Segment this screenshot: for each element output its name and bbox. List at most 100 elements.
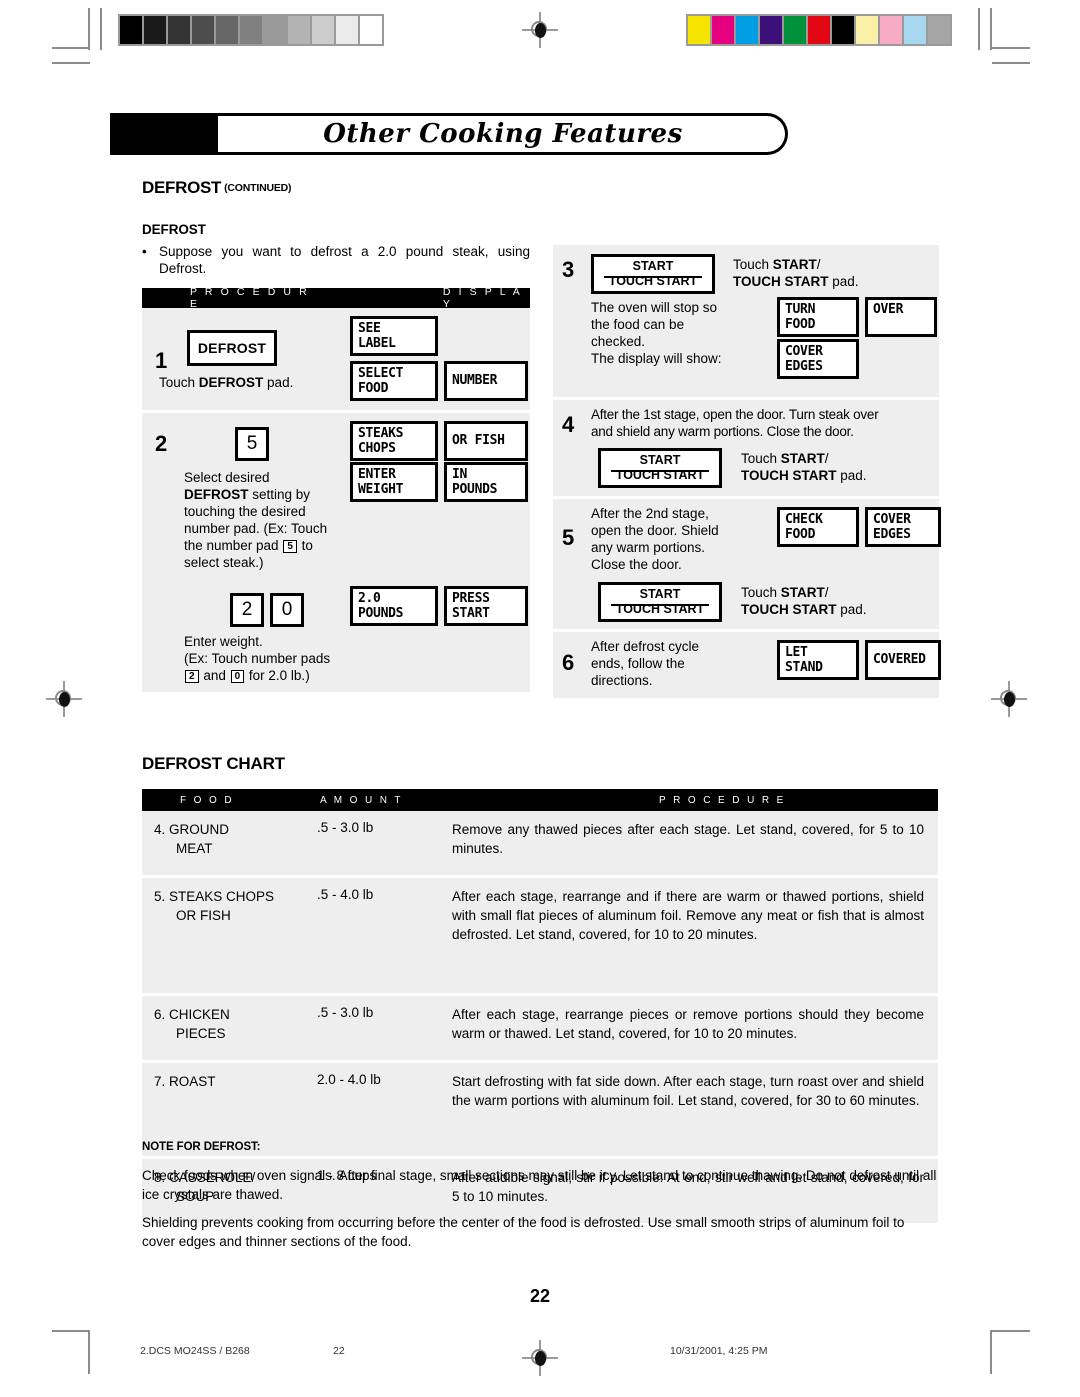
body-line: and shield any warm portions. Close the … bbox=[591, 424, 854, 439]
chapter-tab-block bbox=[110, 113, 222, 155]
step-1-caption-post: pad. bbox=[263, 375, 294, 390]
cell-food: 7. ROAST bbox=[154, 1074, 216, 1089]
body-line: any warm portions. bbox=[591, 540, 706, 555]
body-line: After the 1st stage, open the door. Turn… bbox=[591, 407, 879, 422]
display-line: COVER bbox=[785, 344, 823, 359]
body-line: the food can be bbox=[591, 317, 685, 332]
number-pad-5[interactable]: 5 bbox=[235, 427, 269, 461]
footer-file-id: 2.DCS MO24SS / B268 bbox=[140, 1345, 250, 1357]
number-pad-2[interactable]: 2 bbox=[230, 593, 264, 627]
step-number-5: 5 bbox=[562, 525, 575, 550]
defrost-chart-body: 4. GROUND MEAT .5 - 3.0 lb Remove any thawe… bbox=[142, 811, 938, 1223]
display-see-label: SEE LABEL bbox=[350, 316, 438, 356]
inline-key-0: 0 bbox=[230, 670, 245, 683]
display-line: STEAKS bbox=[358, 426, 404, 441]
procedure-table-right: 3 START TOUCH START Touch START/ TOUCH S… bbox=[553, 245, 941, 698]
caption-line: pad. bbox=[828, 274, 859, 289]
cell-procedure: Start defrosting with fat side down. Aft… bbox=[452, 1074, 924, 1108]
start-pad-line-1: START bbox=[639, 453, 681, 467]
section-kicker: DEFROST (CONTINUED) bbox=[142, 178, 292, 198]
caption-line: Touch bbox=[733, 257, 773, 272]
caption-line: the number pad bbox=[184, 538, 283, 553]
body-line: open the door. Shield bbox=[591, 523, 719, 538]
body-line: The display will show: bbox=[591, 351, 722, 366]
cell-food: 5. STEAKS CHOPS OR FISH bbox=[154, 889, 275, 923]
step-4-caption: Touch START/ TOUCH START pad. bbox=[741, 450, 941, 484]
display-line: PRESS bbox=[452, 591, 490, 606]
col-header-procedure: P R O C E D U R E bbox=[659, 795, 786, 806]
display-line: 2.0 bbox=[358, 591, 381, 606]
procedure-step-4: 4 After the 1st stage, open the door. Tu… bbox=[553, 397, 939, 496]
procedure-step-2: 2 5 Select desired DEFROST setting by to… bbox=[142, 410, 530, 692]
display-or-fish: OR FISH bbox=[444, 421, 528, 461]
subsection-heading: DEFROST bbox=[142, 222, 206, 237]
cell-food: 4. GROUND MEAT bbox=[154, 822, 230, 856]
display-line: OR FISH bbox=[452, 433, 505, 449]
start-touch-start-pad-3[interactable]: START TOUCH START bbox=[591, 254, 715, 294]
caption-line: Touch bbox=[741, 585, 781, 600]
number-pad-0[interactable]: 0 bbox=[270, 593, 304, 627]
cell-amount: .5 - 3.0 lb bbox=[317, 820, 374, 835]
caption-bold: DEFROST bbox=[184, 487, 249, 502]
display-steaks-chops: STEAKS CHOPS bbox=[350, 421, 438, 461]
note-heading: NOTE FOR DEFROST: bbox=[142, 1141, 261, 1153]
table-row: 5. STEAKS CHOPS OR FISH .5 - 4.0 lb After e… bbox=[142, 875, 938, 993]
display-cover-edges-5: COVER EDGES bbox=[865, 507, 941, 547]
caption-line: and bbox=[199, 668, 230, 683]
step-1-caption-bold: DEFROST bbox=[198, 375, 264, 390]
display-line: CHOPS bbox=[358, 440, 396, 456]
procedure-table-left: P R O C E D U R E D I S P L A Y 1 DEFROS… bbox=[142, 286, 530, 692]
caption-bold: TOUCH START bbox=[741, 468, 837, 483]
step-3-caption: Touch START/ TOUCH START pad. bbox=[733, 256, 933, 290]
start-pad-line-2: TOUCH START bbox=[608, 274, 698, 288]
cell-food: 6. CHICKEN PIECES bbox=[154, 1007, 230, 1041]
defrost-pad-button[interactable]: DEFROST bbox=[187, 330, 277, 366]
chapter-title: Other Cooking Features bbox=[323, 119, 683, 149]
caption-slash: / bbox=[824, 451, 829, 466]
cell-procedure: Remove any thawed pieces after each stag… bbox=[452, 822, 924, 856]
start-touch-start-pad-4[interactable]: START TOUCH START bbox=[598, 448, 722, 488]
inline-key-2: 2 bbox=[185, 670, 199, 683]
step-5-body: After the 2nd stage, open the door. Shie… bbox=[591, 505, 771, 573]
step-number-4: 4 bbox=[562, 412, 575, 437]
note-paragraph-1: Check foods when oven signals. After fin… bbox=[142, 1168, 937, 1202]
caption-line: Touch bbox=[741, 451, 781, 466]
display-cover-edges-3: COVER EDGES bbox=[777, 339, 859, 379]
step-number-1: 1 bbox=[155, 348, 168, 373]
caption-bold: TOUCH START bbox=[741, 602, 837, 617]
col-header-procedure: P R O C E D U R E bbox=[190, 286, 310, 310]
defrost-chart-table: F O O D A M O U N T P R O C E D U R E 4.… bbox=[142, 789, 938, 1223]
step-3-body: The oven will stop so the food can be ch… bbox=[591, 299, 771, 367]
display-number: NUMBER bbox=[444, 361, 528, 401]
display-line: FOOD bbox=[785, 316, 816, 332]
display-select-food: SELECT FOOD bbox=[350, 361, 438, 401]
col-header-amount: A M O U N T bbox=[320, 795, 403, 806]
defrost-chart-header-row: F O O D A M O U N T P R O C E D U R E bbox=[142, 789, 938, 811]
body-line: directions. bbox=[591, 673, 653, 688]
cell-procedure: After each stage, rearrange pieces or re… bbox=[452, 1007, 924, 1041]
caption-line: Enter weight. bbox=[184, 634, 263, 649]
display-enter-weight: ENTER WEIGHT bbox=[350, 462, 438, 502]
display-line: COVERED bbox=[873, 652, 926, 668]
cell-amount: 2.0 - 4.0 lb bbox=[317, 1072, 381, 1087]
note-paragraph-2: Shielding prevents cooking from occurrin… bbox=[142, 1215, 905, 1249]
procedure-step-1: 1 DEFROST Touch DEFROST pad. SEE LABEL S… bbox=[142, 308, 530, 410]
display-line: START bbox=[452, 605, 490, 621]
start-touch-start-pad-5[interactable]: START TOUCH START bbox=[598, 582, 722, 622]
display-line: SELECT bbox=[358, 366, 404, 381]
display-line: STAND bbox=[785, 659, 823, 675]
display-line: FOOD bbox=[358, 380, 389, 396]
display-line: SEE bbox=[358, 321, 381, 336]
display-in-pounds: IN POUNDS bbox=[444, 462, 528, 502]
body-line: After the 2nd stage, bbox=[591, 506, 709, 521]
step-1-caption: Touch DEFROST pad. bbox=[159, 374, 293, 391]
caption-line: Select desired bbox=[184, 470, 270, 485]
body-line: The oven will stop so bbox=[591, 300, 718, 315]
table-row: 6. CHICKEN PIECES .5 - 3.0 lb After each st… bbox=[142, 993, 938, 1060]
body-line: ends, follow the bbox=[591, 656, 685, 671]
caption-line: pad. bbox=[836, 602, 867, 617]
caption-line: touching the desired bbox=[184, 504, 306, 519]
display-line: NUMBER bbox=[452, 373, 498, 389]
step-6-body: After defrost cycle ends, follow the dir… bbox=[591, 638, 771, 689]
manual-page: Other Cooking Features DEFROST (CONTINUED… bbox=[0, 0, 1080, 1397]
